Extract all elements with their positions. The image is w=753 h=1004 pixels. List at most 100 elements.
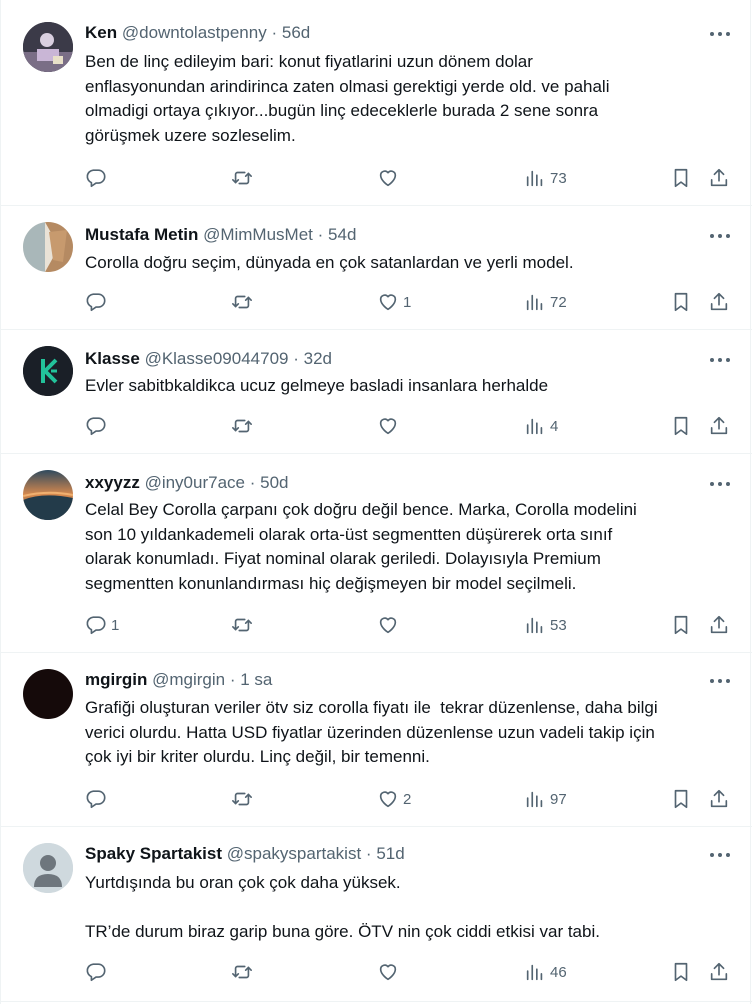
tweet[interactable]: Mustafa Metin @MimMusMet · 54d Corolla d… xyxy=(1,206,752,330)
user-handle[interactable]: @MimMusMet xyxy=(203,225,313,244)
avatar[interactable] xyxy=(23,843,73,893)
tweet-text: Corolla doğru seçim, dünyada en çok sata… xyxy=(85,253,574,272)
retweet-button[interactable] xyxy=(231,613,253,637)
like-button[interactable] xyxy=(377,613,403,637)
share-button[interactable] xyxy=(708,613,730,637)
retweet-button[interactable] xyxy=(231,166,253,190)
more-options-icon[interactable] xyxy=(710,24,730,44)
display-name[interactable]: Ken xyxy=(85,23,117,42)
retweet-button[interactable] xyxy=(231,414,253,438)
user-handle[interactable]: @Klasse09044709 xyxy=(145,349,289,368)
reply-thread: Ken @downtolastpenny · 56d Ben de linç e… xyxy=(0,0,752,1004)
timestamp[interactable]: 1 sa xyxy=(240,670,272,689)
bookmark-button[interactable] xyxy=(670,290,692,314)
display-name[interactable]: xxyyzz xyxy=(85,473,140,492)
tweet[interactable]: Spaky Spartakist @spakyspartakist · 51d … xyxy=(1,827,752,1002)
tweet[interactable]: xxyyzz @iny0ur7ace · 50d Celal Bey Corol… xyxy=(1,454,752,653)
avatar[interactable] xyxy=(23,669,73,719)
more-options-icon[interactable] xyxy=(710,845,730,865)
tweet[interactable]: Klasse @Klasse09044709 · 32d Evler sabit… xyxy=(1,330,752,454)
avatar[interactable] xyxy=(23,346,73,396)
view-count: 73 xyxy=(550,169,567,187)
more-options-icon[interactable] xyxy=(710,350,730,370)
more-options-icon[interactable] xyxy=(710,226,730,246)
more-options-icon[interactable] xyxy=(710,671,730,691)
reply-button[interactable]: 1 xyxy=(85,613,119,637)
retweet-button[interactable] xyxy=(231,960,253,984)
tweet-header: Mustafa Metin @MimMusMet · 54d xyxy=(85,224,692,246)
avatar[interactable] xyxy=(23,470,73,520)
tweet-header: Ken @downtolastpenny · 56d xyxy=(85,22,692,44)
like-button[interactable]: 2 xyxy=(377,787,411,811)
user-handle[interactable]: @mgirgin xyxy=(152,670,225,689)
timestamp[interactable]: 56d xyxy=(282,23,310,42)
like-button[interactable] xyxy=(377,960,403,984)
like-button[interactable]: 1 xyxy=(377,290,411,314)
share-button[interactable] xyxy=(708,290,730,314)
bookmark-button[interactable] xyxy=(670,960,692,984)
tweet-header: Klasse @Klasse09044709 · 32d xyxy=(85,348,692,370)
user-handle[interactable]: @downtolastpenny xyxy=(122,23,267,42)
tweet-header: mgirgin @mgirgin · 1 sa xyxy=(85,669,692,691)
share-button[interactable] xyxy=(708,166,730,190)
share-button[interactable] xyxy=(708,960,730,984)
bookmark-icon xyxy=(674,962,688,982)
views-icon xyxy=(526,617,543,634)
views-button[interactable]: 4 xyxy=(524,414,558,438)
display-name[interactable]: Mustafa Metin xyxy=(85,225,198,244)
timestamp[interactable]: 51d xyxy=(376,844,404,863)
reply-button[interactable] xyxy=(85,960,111,984)
views-button[interactable]: 46 xyxy=(524,960,567,984)
reply-button[interactable] xyxy=(85,290,111,314)
display-name[interactable]: Spaky Spartakist xyxy=(85,844,222,863)
tweet-actions: 2 97 xyxy=(1,787,752,811)
retweet-button[interactable] xyxy=(231,290,253,314)
display-name[interactable]: Klasse xyxy=(85,349,140,368)
views-icon xyxy=(526,791,543,808)
timestamp[interactable]: 54d xyxy=(328,225,356,244)
bookmark-button[interactable] xyxy=(670,613,692,637)
views-button[interactable]: 72 xyxy=(524,290,567,314)
reply-button[interactable] xyxy=(85,414,111,438)
like-button[interactable] xyxy=(377,414,403,438)
like-button[interactable] xyxy=(377,166,403,190)
share-button[interactable] xyxy=(708,787,730,811)
user-handle[interactable]: @spakyspartakist xyxy=(227,844,361,863)
display-name[interactable]: mgirgin xyxy=(85,670,147,689)
reply-button[interactable] xyxy=(85,787,111,811)
timestamp[interactable]: 50d xyxy=(260,473,288,492)
bookmark-button[interactable] xyxy=(670,166,692,190)
views-button[interactable]: 73 xyxy=(524,166,567,190)
bookmark-icon xyxy=(674,789,688,809)
tweet[interactable]: Ken @downtolastpenny · 56d Ben de linç e… xyxy=(1,0,752,206)
bookmark-button[interactable] xyxy=(670,787,692,811)
share-icon xyxy=(710,416,728,435)
reply-icon xyxy=(86,790,106,809)
reply-button[interactable] xyxy=(85,166,111,190)
share-button[interactable] xyxy=(708,414,730,438)
timestamp[interactable]: 32d xyxy=(304,349,332,368)
retweet-icon xyxy=(232,171,252,185)
reply-icon xyxy=(86,417,106,436)
share-icon xyxy=(710,789,728,808)
heart-icon xyxy=(379,617,397,634)
more-options-icon[interactable] xyxy=(710,474,730,494)
avatar[interactable] xyxy=(23,22,73,72)
tweet[interactable]: mgirgin @mgirgin · 1 sa Grafiği oluştura… xyxy=(1,653,752,827)
bookmark-button[interactable] xyxy=(670,414,692,438)
share-icon xyxy=(710,168,728,187)
separator-dot: · xyxy=(317,225,324,244)
views-button[interactable]: 53 xyxy=(524,613,567,637)
views-icon xyxy=(526,294,543,311)
heart-icon xyxy=(379,294,397,311)
user-handle[interactable]: @iny0ur7ace xyxy=(145,473,245,492)
avatar[interactable] xyxy=(23,222,73,272)
view-count: 4 xyxy=(550,417,559,435)
view-count: 72 xyxy=(550,293,567,311)
retweet-button[interactable] xyxy=(231,787,253,811)
reply-icon xyxy=(86,169,106,188)
views-button[interactable]: 97 xyxy=(524,787,567,811)
tweet-text: Yurtdışında bu oran çok çok daha yüksek.… xyxy=(85,873,600,941)
views-icon xyxy=(526,418,543,435)
separator-dot: · xyxy=(271,23,278,42)
